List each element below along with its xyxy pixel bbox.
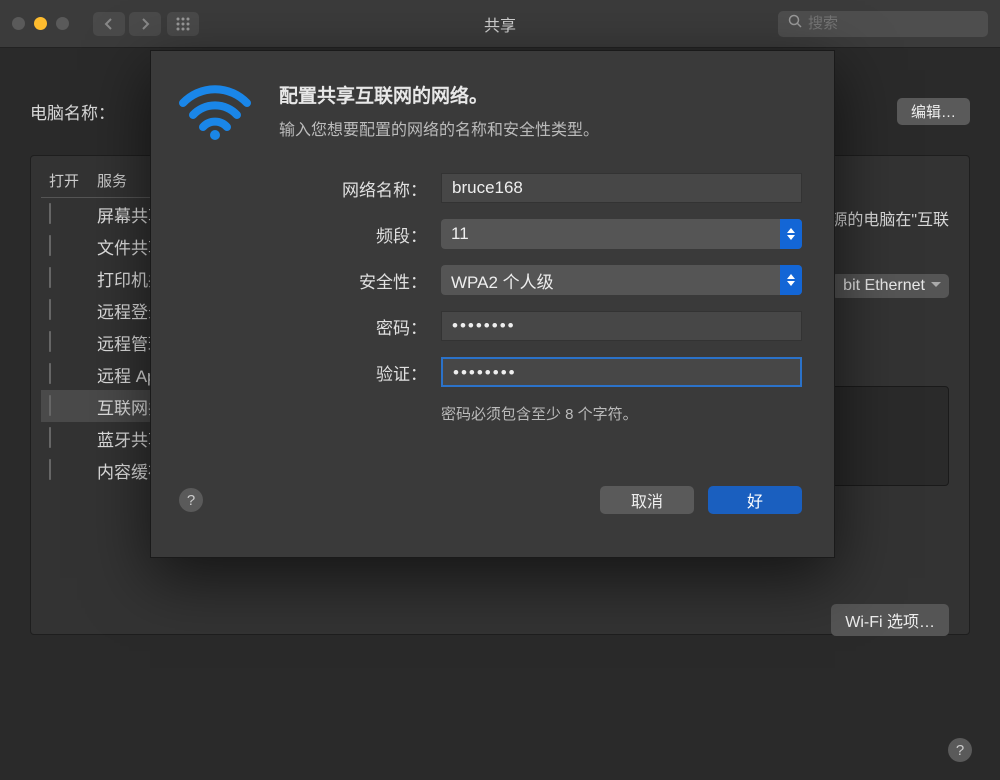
security-select[interactable]: WPA2 个人级: [441, 265, 802, 295]
ethernet-dropdown[interactable]: bit Ethernet: [831, 274, 949, 298]
checkbox-icon[interactable]: [49, 459, 51, 480]
checkbox-icon[interactable]: [49, 267, 51, 288]
form-row-password: 密码： ••••••••: [179, 311, 802, 341]
channel-label: 频段：: [179, 222, 441, 247]
form-row-verify: 验证： ••••••••: [179, 357, 802, 387]
form-row-network-name: 网络名称：: [179, 173, 802, 203]
titlebar: 共享: [0, 0, 1000, 48]
footer-buttons: 取消 好: [600, 486, 802, 514]
col-service-header: 服务: [97, 170, 127, 191]
search-icon: [788, 14, 802, 33]
form-row-security: 安全性： WPA2 个人级: [179, 265, 802, 295]
nav-forward-button[interactable]: [129, 12, 161, 36]
checkbox-icon[interactable]: [49, 235, 51, 256]
edit-button[interactable]: 编辑…: [897, 98, 970, 125]
search-input[interactable]: [808, 15, 978, 32]
modal-title: 配置共享互联网的网络。: [279, 81, 599, 108]
cancel-button[interactable]: 取消: [600, 486, 694, 514]
checkbox-icon[interactable]: [49, 363, 51, 384]
modal-help-button[interactable]: ?: [179, 488, 203, 512]
ethernet-dropdown-label: bit Ethernet: [843, 277, 925, 294]
network-name-input[interactable]: [441, 173, 802, 203]
modal-titles: 配置共享互联网的网络。 输入您想要配置的网络的名称和安全性类型。: [279, 81, 599, 140]
channel-select[interactable]: 11: [441, 219, 802, 249]
checkbox-icon[interactable]: [49, 395, 51, 416]
checkbox-icon[interactable]: [49, 299, 51, 320]
checkbox-icon[interactable]: [49, 427, 51, 448]
nav-buttons: [93, 12, 161, 36]
password-label: 密码：: [179, 314, 441, 339]
grid-view-button[interactable]: [167, 12, 199, 36]
form-rows: 网络名称： 频段： 11 安全性： WPA2 个人级: [179, 173, 802, 424]
search-box[interactable]: [778, 11, 988, 37]
help-button[interactable]: ?: [948, 738, 972, 762]
chevron-updown-icon: [780, 219, 802, 249]
minimize-window-icon[interactable]: [34, 17, 47, 30]
checkbox-icon[interactable]: [49, 203, 51, 224]
wifi-config-modal: 配置共享互联网的网络。 输入您想要配置的网络的名称和安全性类型。 网络名称： 频…: [150, 50, 835, 558]
maximize-window-icon[interactable]: [56, 17, 69, 30]
modal-header: 配置共享互联网的网络。 输入您想要配置的网络的名称和安全性类型。: [179, 81, 802, 141]
modal-footer: ? 取消 好: [179, 486, 802, 514]
chevron-updown-icon: [780, 265, 802, 295]
security-select-value: WPA2 个人级: [451, 268, 554, 293]
ok-button[interactable]: 好: [708, 486, 802, 514]
form-row-channel: 频段： 11: [179, 219, 802, 249]
security-label: 安全性：: [179, 268, 441, 293]
checkbox-icon[interactable]: [49, 331, 51, 352]
channel-select-value: 11: [451, 224, 469, 244]
nav-back-button[interactable]: [93, 12, 125, 36]
close-window-icon[interactable]: [12, 17, 25, 30]
verify-input[interactable]: ••••••••: [441, 357, 802, 387]
password-input[interactable]: ••••••••: [441, 311, 802, 341]
traffic-lights: [12, 17, 69, 30]
network-name-label: 网络名称：: [179, 176, 441, 201]
col-open-header: 打开: [49, 170, 97, 191]
verify-label: 验证：: [179, 360, 441, 385]
wifi-icon: [179, 85, 251, 141]
detail-hint-text: 源的电脑在"互联: [831, 206, 949, 230]
wifi-options-button[interactable]: Wi-Fi 选项…: [831, 604, 949, 636]
modal-subtitle: 输入您想要配置的网络的名称和安全性类型。: [279, 116, 599, 140]
password-hint: 密码必须包含至少 8 个字符。: [441, 403, 802, 424]
window-title: 共享: [484, 12, 516, 36]
computer-name-label: 电脑名称：: [30, 99, 115, 124]
